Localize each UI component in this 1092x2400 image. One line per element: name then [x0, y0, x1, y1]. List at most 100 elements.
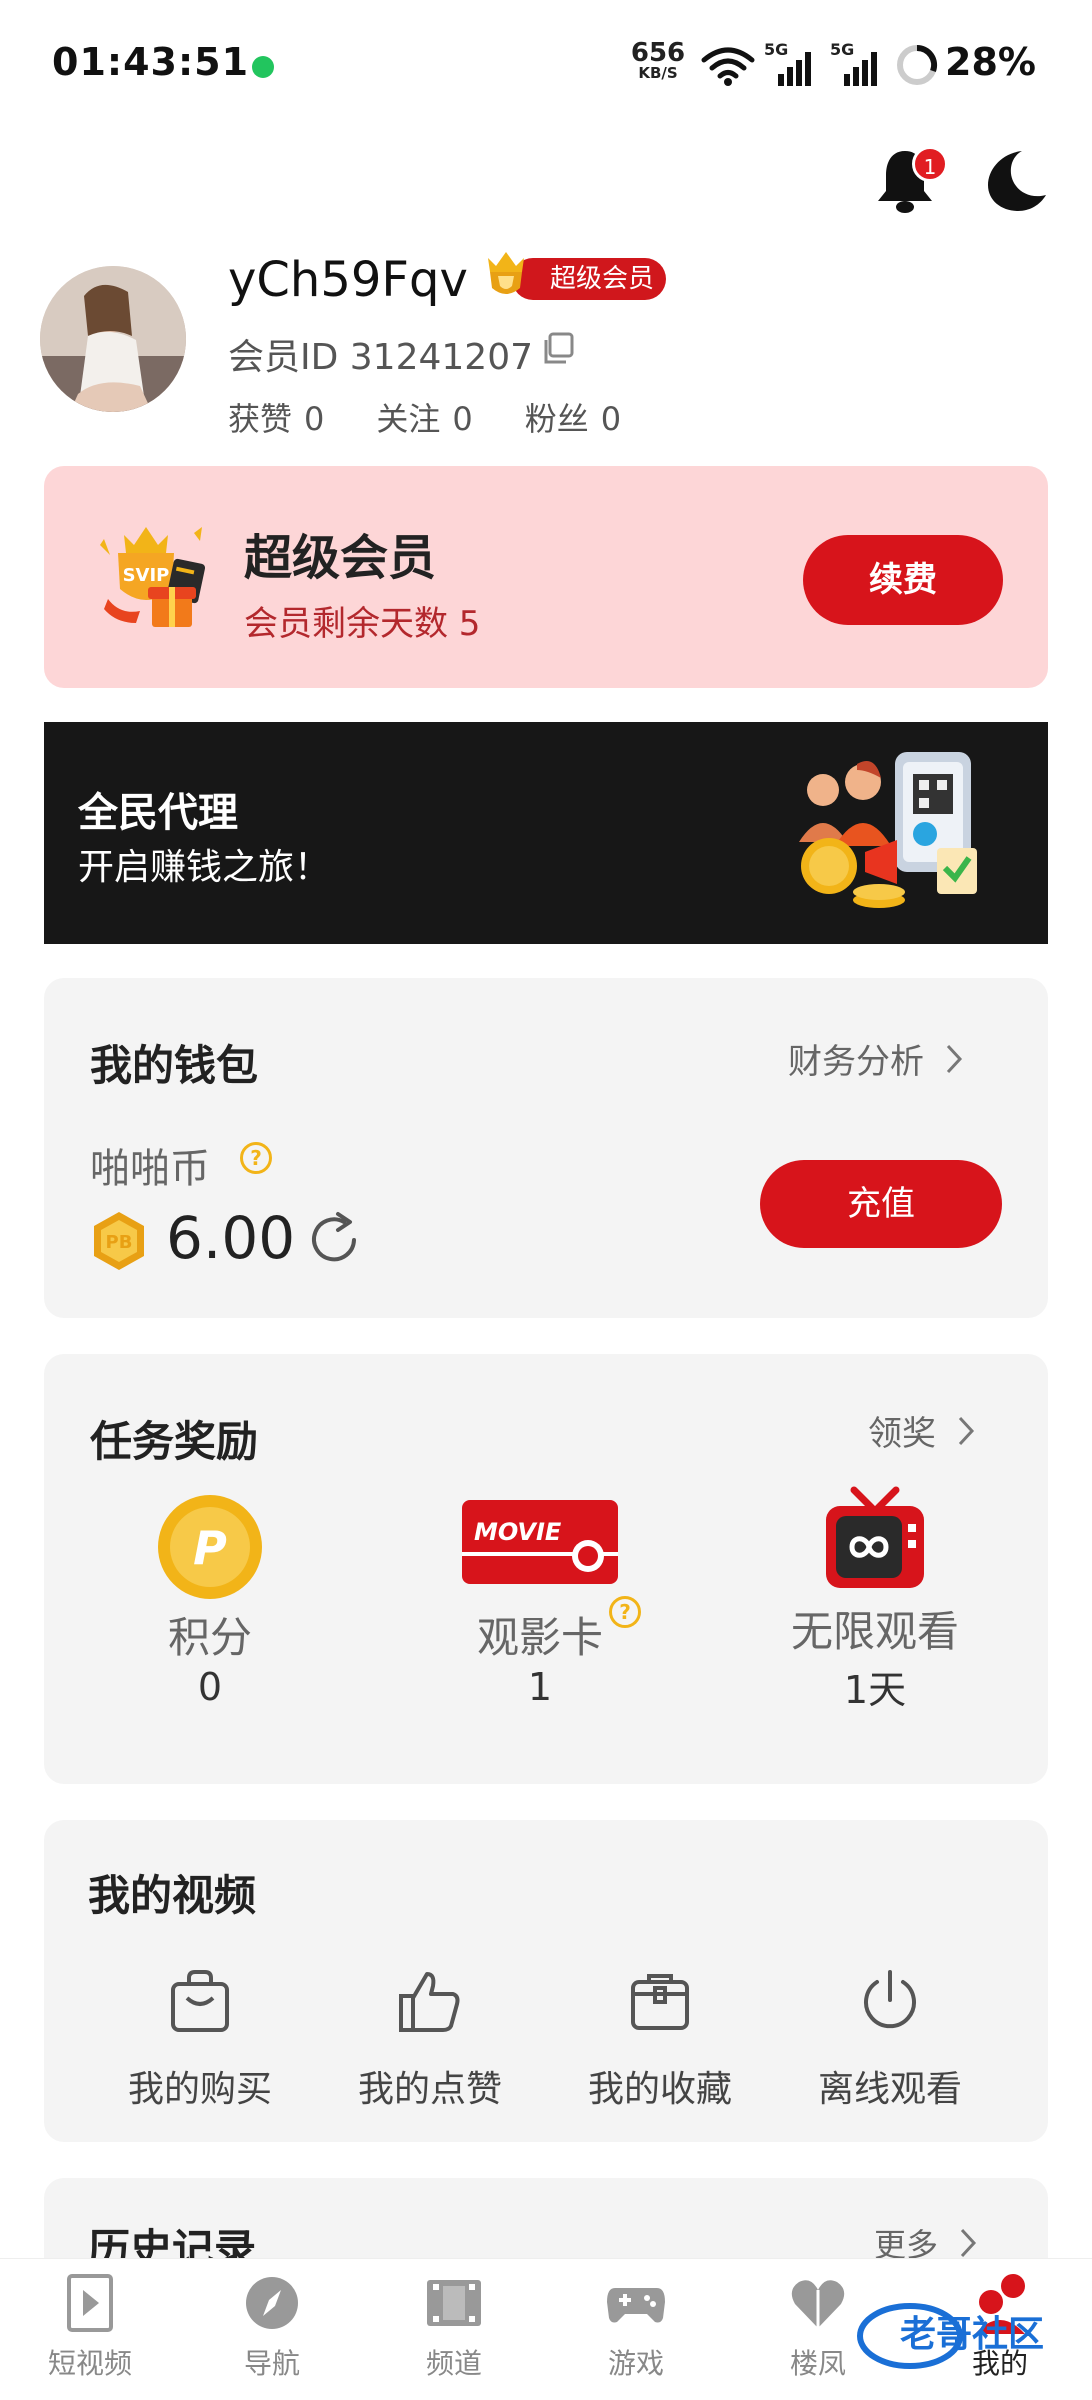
coin-label: 啪啪币: [90, 1146, 210, 1192]
status-time: 01:43:51: [52, 40, 250, 84]
agent-promo-illustration: [799, 752, 977, 908]
task-movie-card[interactable]: MOVIE 观影卡 ? 1: [440, 1494, 641, 1709]
task-unlimited-watch[interactable]: 无限观看 1天: [770, 1484, 980, 1714]
stat-likes-label: 获赞: [228, 400, 293, 438]
chevron-right-icon: [958, 1416, 975, 1445]
movie-card-value: 1: [527, 1665, 553, 1709]
movie-ticket-icon: MOVIE: [462, 1500, 618, 1584]
help-icon[interactable]: ?: [609, 1596, 641, 1628]
heart-icon: [791, 2280, 845, 2328]
battery-level: 28%: [945, 40, 1036, 84]
my-favorites-label: 我的收藏: [587, 2069, 732, 2110]
nav-games-label: 游戏: [607, 2347, 664, 2380]
finance-analysis-label: 财务分析: [788, 1042, 924, 1082]
tv-infinity-icon: [826, 1486, 924, 1588]
battery-ring-icon: [897, 44, 938, 85]
help-icon[interactable]: ?: [240, 1142, 272, 1174]
points-label: 积分: [167, 1613, 252, 1662]
svg-text:P: P: [193, 1521, 227, 1575]
history-title: 历史记录: [88, 2225, 257, 2258]
nav-short-video[interactable]: 短视频: [20, 2272, 160, 2382]
nav-navigation[interactable]: 导航: [202, 2272, 342, 2382]
favorites-box-icon: [631, 1974, 689, 2030]
recharge-button[interactable]: 充值: [760, 1160, 1002, 1248]
my-likes-label: 我的点赞: [357, 2069, 502, 2110]
coin-balance: 6.00: [166, 1204, 296, 1272]
renew-button[interactable]: 续费: [803, 535, 1003, 625]
nav-short-video-label: 短视频: [47, 2347, 132, 2380]
svg-text:SVIP: SVIP: [123, 565, 170, 586]
watermark-text: 老哥社区: [900, 2314, 1044, 2355]
vip-badge: 超级会员: [512, 258, 667, 300]
stat-fans-label: 粉丝: [524, 400, 589, 438]
nav-channels-label: 频道: [425, 2347, 482, 2380]
history-card: 历史记录 更多: [44, 2178, 1048, 2258]
vip-days-left: 会员剩余天数 5: [244, 604, 481, 644]
svg-text:PB: PB: [106, 1232, 133, 1253]
my-favorites-item[interactable]: 我的收藏: [570, 1968, 750, 2112]
play-box-icon: [67, 2274, 113, 2332]
member-id: 会员ID 31241207: [228, 337, 534, 378]
nav-channels[interactable]: 频道: [384, 2272, 524, 2382]
nav-navigation-label: 导航: [243, 2347, 300, 2380]
points-coin-icon: P: [158, 1495, 262, 1599]
my-likes-item[interactable]: 我的点赞: [340, 1968, 520, 2112]
network-speed-unit: KB/S: [638, 64, 678, 82]
agent-banner-title: 全民代理: [78, 790, 238, 836]
agent-banner-subtitle: 开启赚钱之旅！: [78, 847, 331, 888]
videos-title: 我的视频: [88, 1871, 257, 1920]
stat-fans-value: 0: [600, 400, 622, 438]
gamepad-icon: [607, 2288, 665, 2323]
claim-rewards-label: 领奖: [868, 1414, 936, 1454]
history-more-label: 更多: [874, 2226, 939, 2258]
compass-icon: [246, 2277, 298, 2329]
my-purchases-item[interactable]: 我的购买: [110, 1968, 290, 2112]
coin-icon: PB: [94, 1212, 144, 1270]
offline-watch-item[interactable]: 离线观看: [800, 1968, 980, 2112]
claim-rewards-link[interactable]: 领奖: [868, 1406, 978, 1455]
avatar-photo: [40, 266, 186, 412]
my-purchases-label: 我的购买: [127, 2069, 272, 2110]
wallet-title: 我的钱包: [90, 1041, 259, 1090]
avatar[interactable]: [40, 266, 186, 412]
dark-mode-moon-icon[interactable]: [980, 145, 1050, 215]
offline-watch-label: 离线观看: [817, 2069, 962, 2110]
vip-card-title: 超级会员: [244, 530, 437, 586]
signal-bars-icon: [778, 52, 811, 86]
network-speed: 656 KB/S: [630, 40, 686, 81]
chat-app-indicator-icon: [252, 56, 274, 78]
unlimited-value: 1天: [843, 1668, 907, 1712]
power-icon: [864, 1970, 916, 2029]
thumbs-up-icon: [399, 1972, 460, 2032]
network-speed-value: 656: [630, 38, 686, 68]
refresh-icon[interactable]: [306, 1210, 364, 1268]
movie-ticket-text: MOVIE: [474, 1518, 562, 1546]
username: yCh59Fqv: [228, 252, 468, 308]
stat-following-value: 0: [452, 400, 473, 438]
svip-gift-icon: SVIP: [100, 527, 206, 627]
wifi-icon: [701, 47, 755, 86]
stat-likes[interactable]: 获赞 0: [228, 394, 324, 440]
task-points[interactable]: P 积分 0: [110, 1494, 310, 1709]
unlimited-label: 无限观看: [790, 1607, 959, 1656]
stat-following-label: 关注: [376, 400, 441, 438]
shopping-bag-icon: [171, 1970, 229, 2032]
points-value: 0: [197, 1665, 223, 1709]
chevron-right-icon: [960, 2228, 977, 2258]
film-strip-icon: [427, 2280, 481, 2326]
history-more-link[interactable]: 更多: [874, 2220, 980, 2258]
finance-analysis-link[interactable]: 财务分析: [788, 1034, 966, 1083]
crown-shield-icon: [488, 252, 524, 294]
tasks-title: 任务奖励: [90, 1417, 259, 1466]
notification-badge: 1: [912, 146, 948, 182]
profile-stats: 获赞 0 关注 0 粉丝 0: [228, 394, 621, 440]
stat-following[interactable]: 关注 0: [376, 394, 472, 440]
movie-card-label: 观影卡: [476, 1613, 603, 1662]
chevron-right-icon: [946, 1044, 963, 1073]
copy-icon[interactable]: [540, 330, 576, 366]
watermark-logo: 老哥社区: [857, 2303, 1044, 2369]
signal-bars-icon: [844, 52, 877, 86]
nav-games[interactable]: 游戏: [566, 2272, 706, 2382]
stat-likes-value: 0: [304, 400, 325, 438]
stat-fans[interactable]: 粉丝 0: [525, 394, 621, 440]
